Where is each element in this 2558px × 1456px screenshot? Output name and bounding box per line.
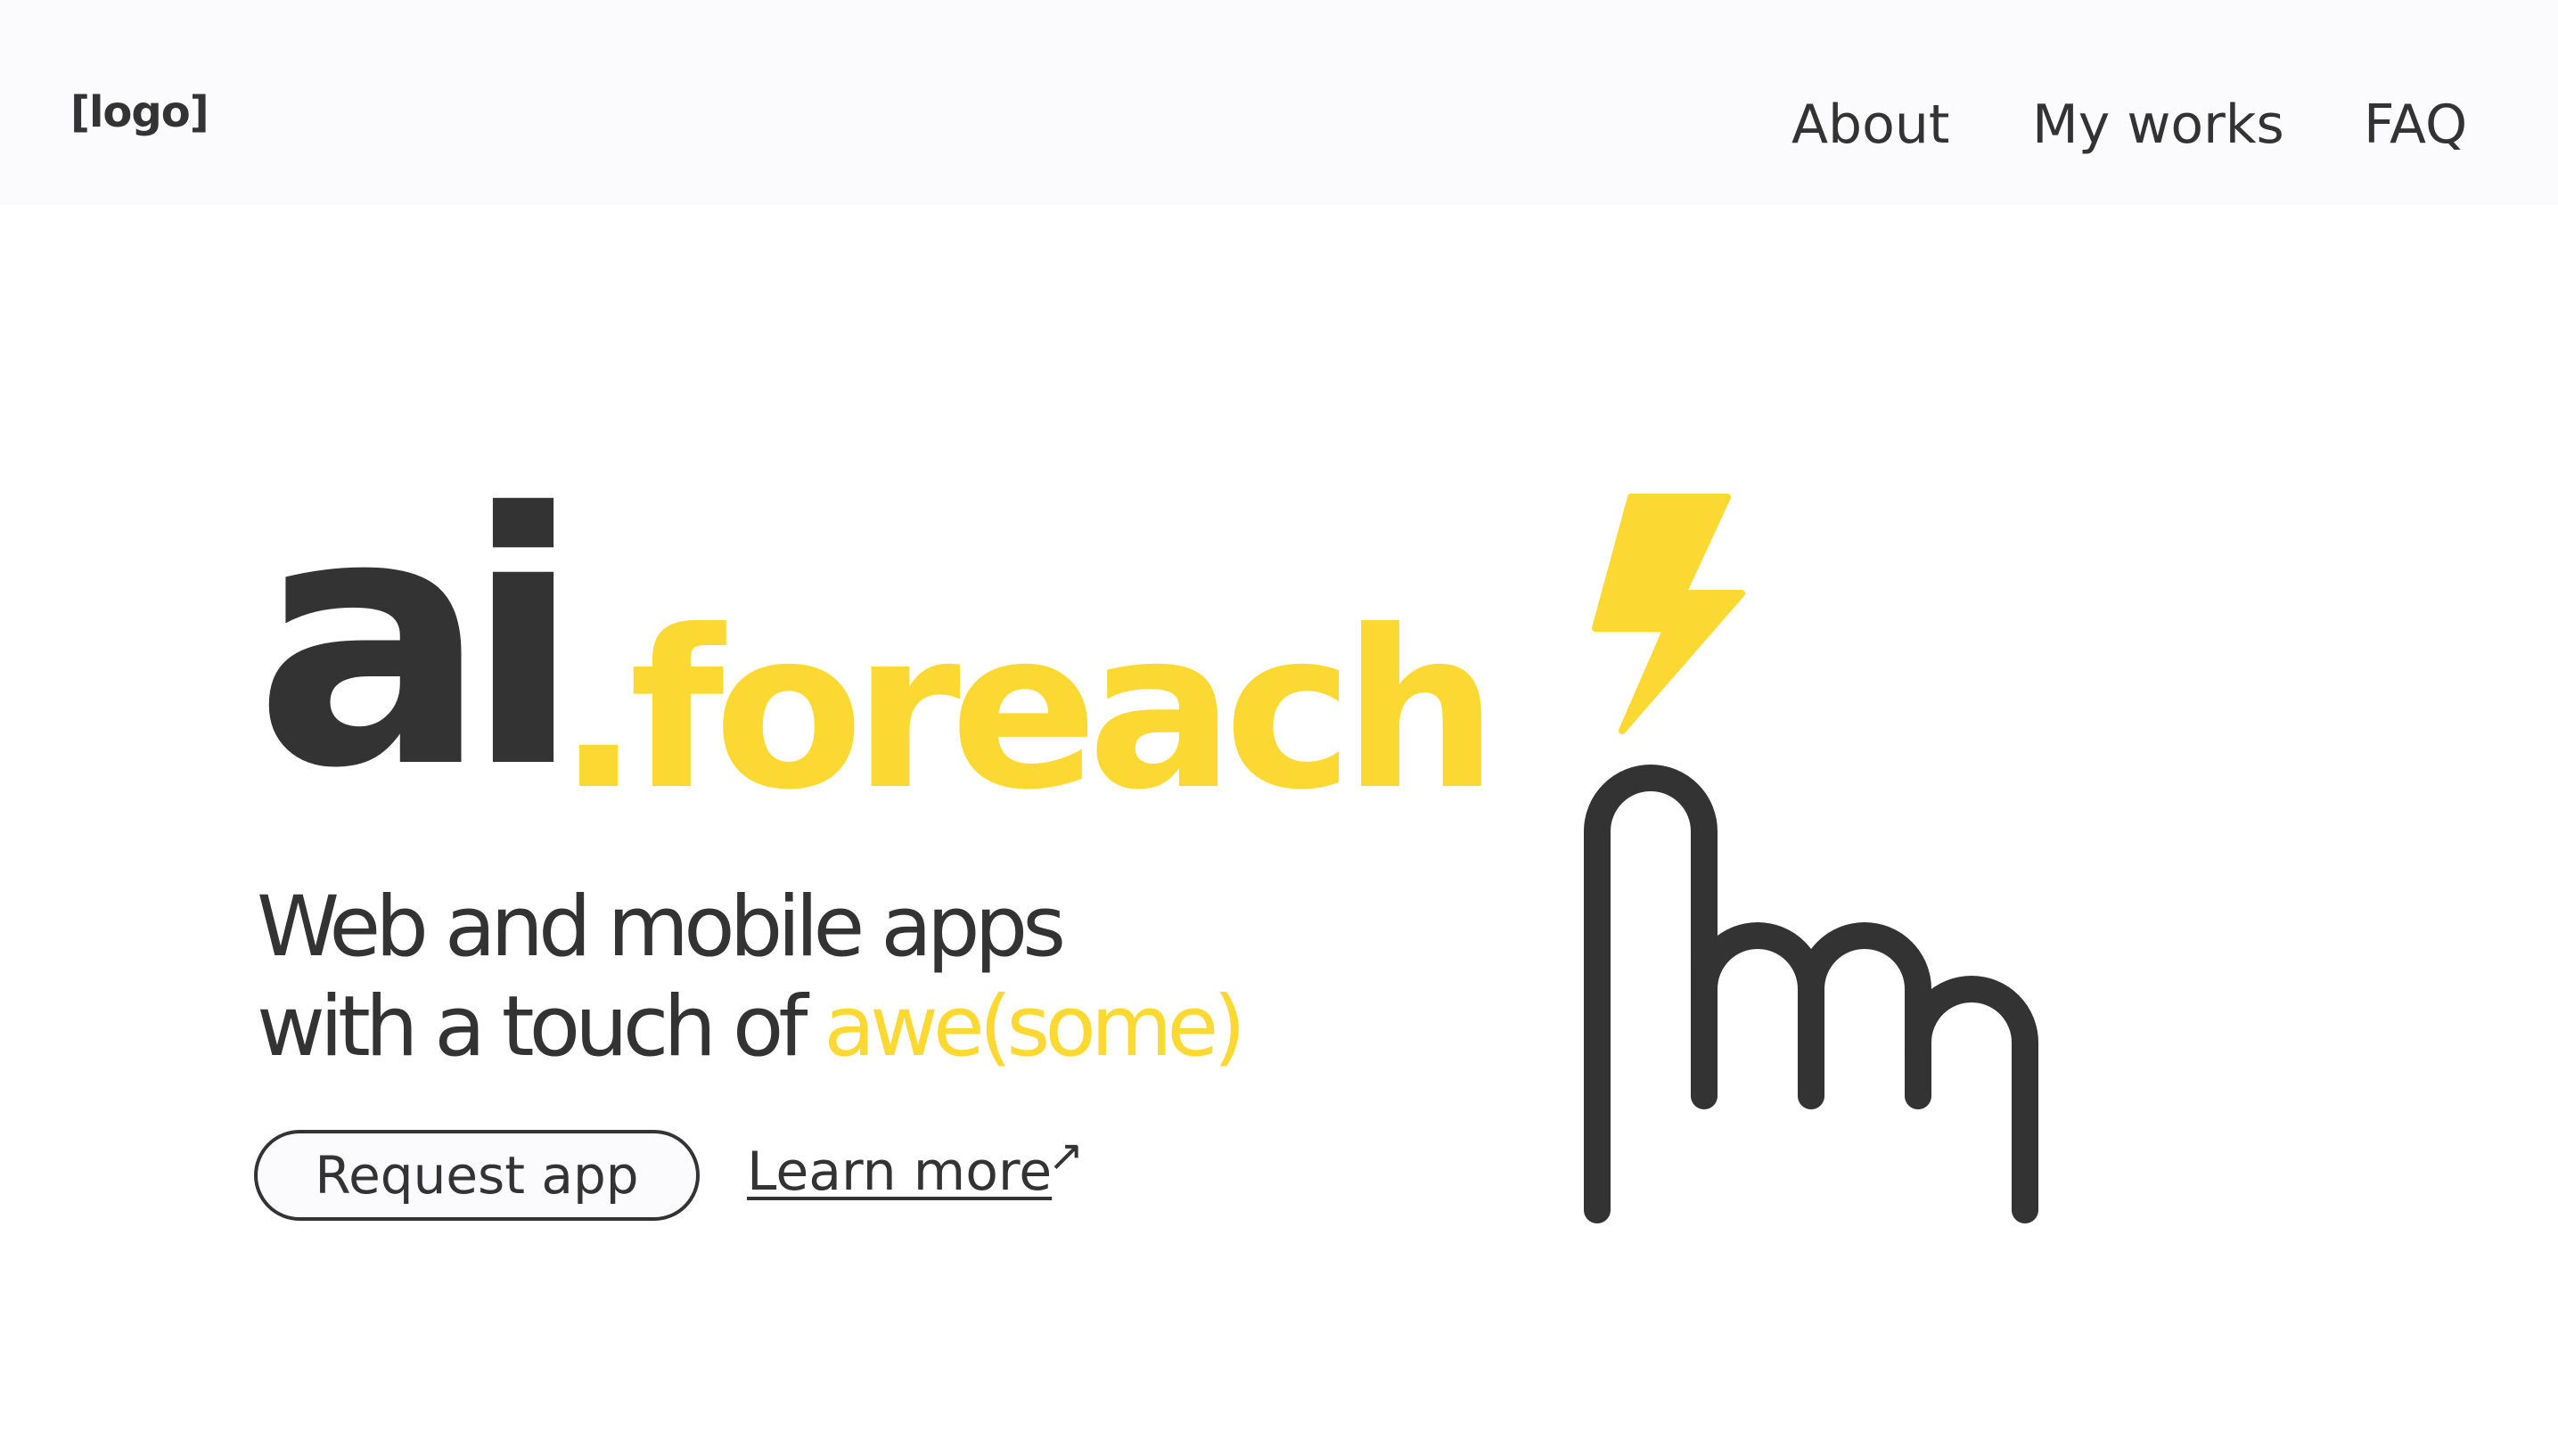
hand-touch-illustration <box>1584 494 2038 1223</box>
tagline-line-2: with a touch of awe(some) <box>257 977 1246 1077</box>
tagline-accent: awe(some) <box>824 978 1246 1076</box>
learn-more-link[interactable]: Learn more ↗ <box>747 1130 1084 1214</box>
nav-about-link[interactable]: About <box>1791 89 1949 160</box>
site-header: [logo] About My works FAQ <box>0 0 2558 205</box>
logo[interactable]: [logo] <box>70 87 209 137</box>
tagline-line-1: Web and mobile apps <box>257 879 1066 976</box>
brand-foreach-text: .foreach <box>557 584 1498 838</box>
learn-more-label: Learn more <box>747 1141 1053 1203</box>
nav-my-works-link[interactable]: My works <box>2032 89 2284 160</box>
pointing-hand-icon <box>1584 765 2038 1223</box>
nav-faq-link[interactable]: FAQ <box>2364 89 2467 160</box>
lightning-bolt-icon <box>1592 494 1745 734</box>
hero-tagline: Web and mobile apps with a touch of awe(… <box>257 878 1246 1077</box>
brand-ai-text: ai <box>254 439 583 844</box>
tagline-prefix: with a touch of <box>257 978 824 1076</box>
request-app-button[interactable]: Request app <box>254 1130 700 1221</box>
arrow-up-right-icon: ↗ <box>1047 1131 1085 1181</box>
